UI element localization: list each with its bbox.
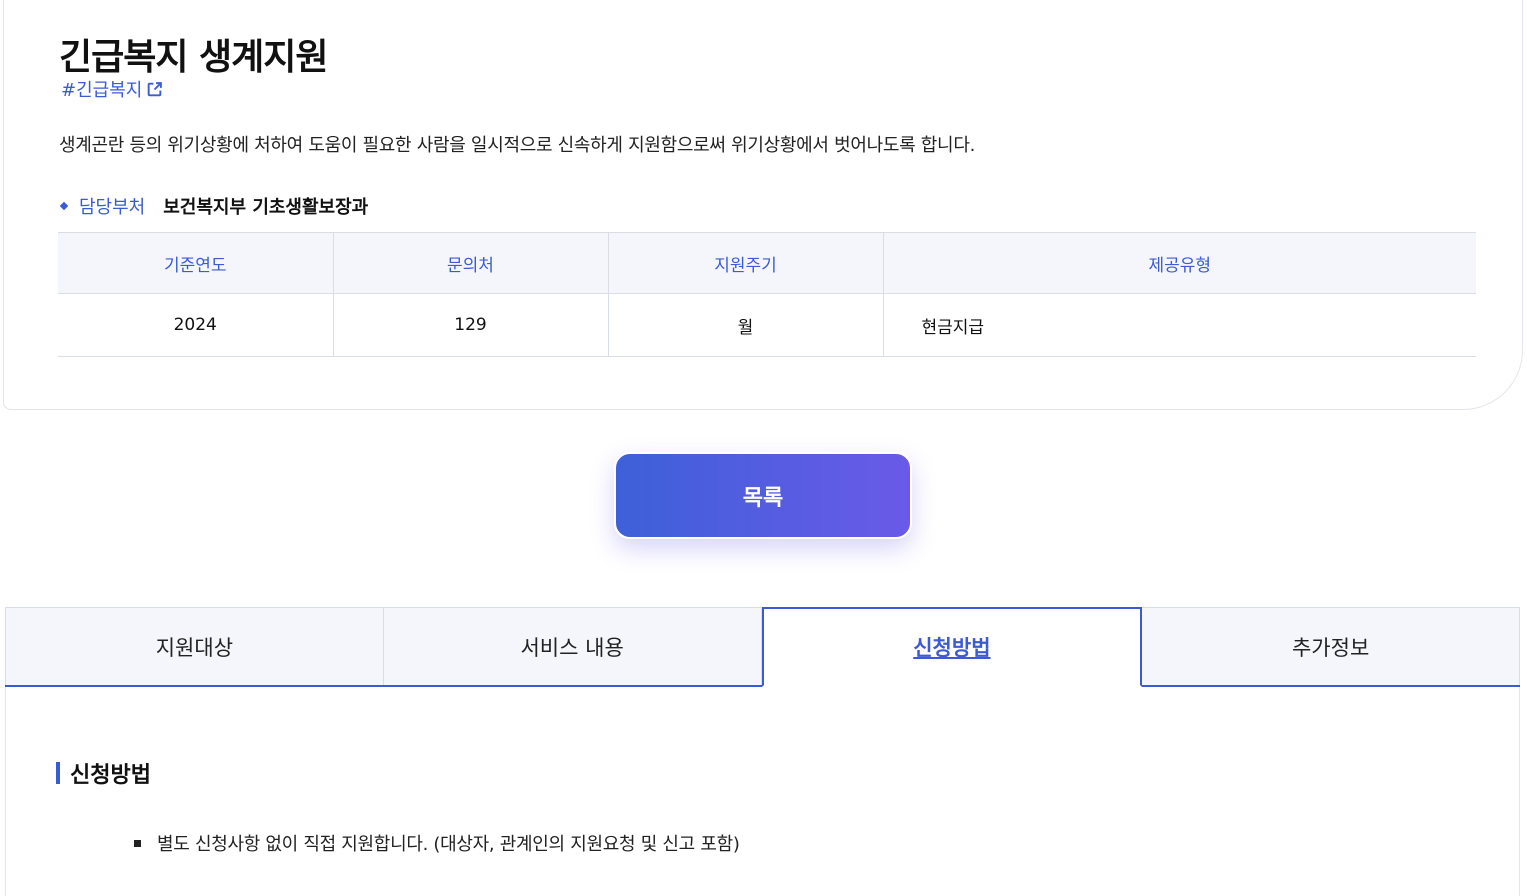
header-cycle: 지원주기	[608, 232, 884, 294]
square-bullet-icon	[134, 839, 141, 847]
department-row: 담당부처 보건복지부 기초생활보장과	[59, 193, 368, 219]
list-button[interactable]: 목록	[614, 452, 912, 539]
tab-application-method[interactable]: 신청방법	[761, 607, 1143, 687]
hashtag-link[interactable]: #긴급복지	[61, 76, 163, 102]
department-value: 보건복지부 기초생활보장과	[163, 197, 369, 218]
page-title: 긴급복지 생계지원	[59, 37, 328, 78]
cell-type: 현금지급	[883, 293, 1476, 357]
section-title: 신청방법	[70, 763, 151, 788]
hashtag-label: #긴급복지	[61, 80, 143, 101]
tab-additional-info[interactable]: 추가정보	[1142, 607, 1520, 685]
service-description: 생계곤란 등의 위기상황에 처하여 도움이 필요한 사람을 일시적으로 신속하게…	[59, 135, 975, 156]
list-item: 별도 신청사항 없이 직접 지원합니다. (대상자, 관계인의 지원요청 및 신…	[134, 830, 740, 856]
tab-bar: 지원대상 서비스 내용 신청방법 추가정보	[5, 607, 1520, 687]
cell-cycle: 월	[608, 293, 884, 357]
header-type: 제공유형	[883, 232, 1476, 294]
tab-eligibility[interactable]: 지원대상	[5, 607, 384, 685]
section-bar-icon	[56, 762, 60, 784]
table-header-row: 기준연도 문의처 지원주기 제공유형	[58, 232, 1476, 294]
tab-service-content[interactable]: 서비스 내용	[383, 607, 762, 685]
section-heading: 신청방법	[56, 757, 151, 789]
cell-contact: 129	[333, 293, 609, 357]
header-year: 기준연도	[58, 232, 334, 294]
service-summary-card: 긴급복지 생계지원 #긴급복지 생계곤란 등의 위기상황에 처하여 도움이 필요…	[3, 0, 1523, 410]
tab-content-panel: 신청방법 별도 신청사항 없이 직접 지원합니다. (대상자, 관계인의 지원요…	[5, 687, 1520, 896]
external-link-icon	[148, 81, 163, 96]
diamond-bullet-icon	[59, 201, 69, 211]
table-row: 2024 129 월 현금지급	[58, 293, 1476, 357]
header-contact: 문의처	[333, 232, 609, 294]
list-item-text: 별도 신청사항 없이 직접 지원합니다. (대상자, 관계인의 지원요청 및 신…	[157, 834, 740, 855]
department-label: 담당부처	[79, 197, 146, 218]
info-table: 기준연도 문의처 지원주기 제공유형 2024 129 월 현금지급	[58, 232, 1476, 357]
cell-year: 2024	[58, 293, 334, 357]
